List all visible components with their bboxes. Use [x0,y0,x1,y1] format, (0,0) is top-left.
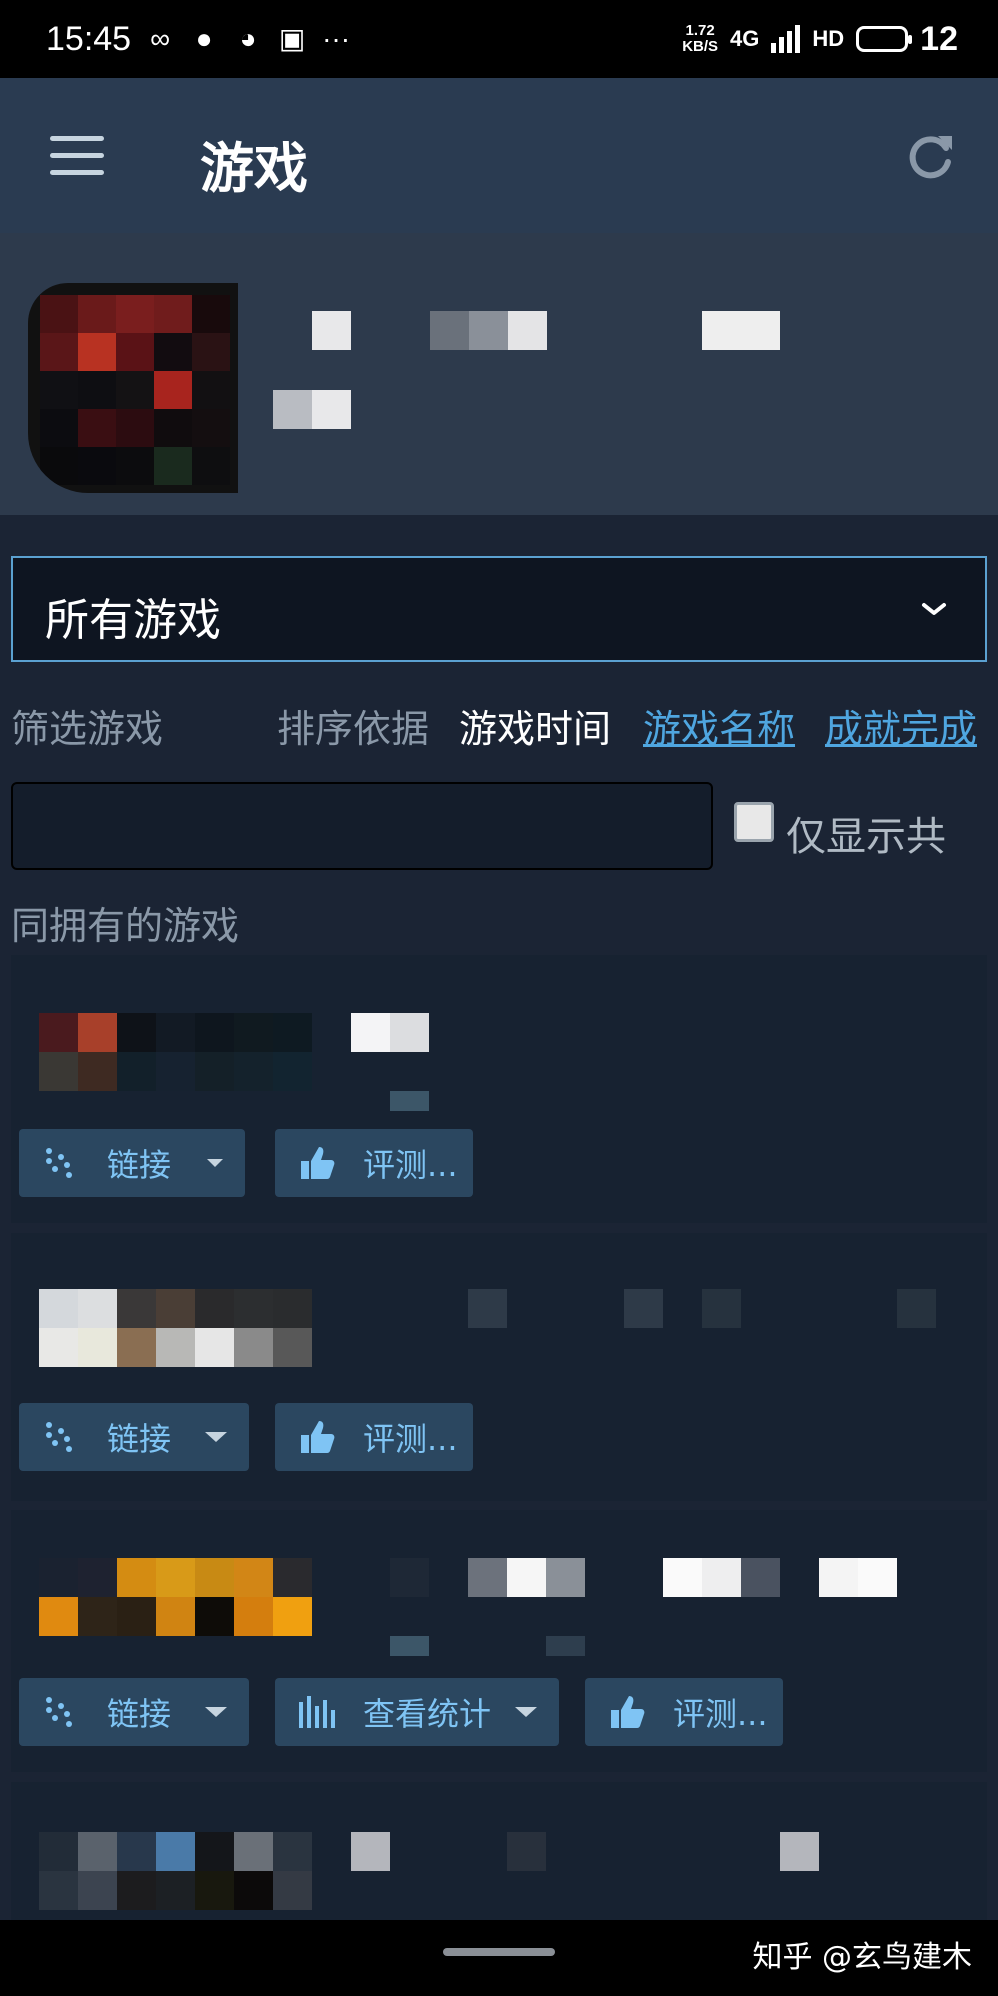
redacted-title-block [390,1013,429,1052]
view-stats-label: 查看统计 [363,1695,492,1733]
shared-only-checkbox[interactable] [734,802,774,842]
redacted-title-block [507,1558,546,1597]
alipay-icon: ▣ [278,23,306,54]
game-link-label: 链接 [107,1420,172,1458]
status-bar: 15:45 ∞ ● ◕ ▣ ··· 1.72 KB/S 4G HD 12 [0,0,998,78]
sort-option-playtime[interactable]: 游戏时间 [459,698,611,753]
game-thumbnail[interactable] [39,1558,312,1636]
home-indicator[interactable] [443,1948,555,1956]
hd-icon: HD [812,26,845,51]
game-link-button[interactable]: 链接 [19,1129,245,1197]
steam-link-icon [46,1697,72,1727]
dropdown-selected: 所有游戏 [45,595,221,646]
network-speed: 1.72 KB/S [682,23,718,55]
speed-value: 1.72 [685,22,715,39]
speed-unit: KB/S [682,38,719,55]
caret-down-icon [515,1707,537,1717]
game-link-label: 链接 [107,1695,172,1733]
game-link-button[interactable]: 链接 [19,1678,249,1746]
redacted-title-block [390,1558,429,1597]
thumbs-up-icon [301,1421,335,1453]
chevron-down-icon [922,603,946,615]
page-title: 游戏 [200,137,308,200]
more-dots-icon: ··· [322,23,351,54]
section-title: 同拥有的游戏 [11,904,240,948]
infinity-icon: ∞ [150,23,171,54]
filter-games-input[interactable] [11,782,713,870]
sort-label: 排序依据 [277,707,430,751]
redacted-title-block [663,1558,702,1597]
menu-icon[interactable] [50,136,104,176]
game-link-button[interactable]: 链接 [19,1403,249,1471]
shared-only-label: 仅显示共 [786,814,946,860]
game-card: 链接 评测... [11,955,987,1223]
redacted-title-block [546,1636,585,1656]
redacted-title-block [390,1091,429,1111]
game-review-label: 评测... [673,1695,768,1733]
steam-link-icon [46,1148,72,1178]
redacted-title-block [702,1289,741,1328]
game-review-button[interactable]: 评测... [585,1678,783,1746]
game-review-label: 评测... [363,1420,458,1458]
sort-option-name[interactable]: 游戏名称 [643,698,795,753]
redacted-title-block [390,1636,429,1656]
caret-down-icon [207,1159,223,1167]
chat-bubble-icon: ● [195,23,213,54]
battery-icon [856,26,913,52]
redacted-title-block [351,1832,390,1871]
redacted-title-block [741,1558,780,1597]
redacted-title-block [780,1832,819,1871]
redacted-name-block [469,311,508,350]
redacted-title-block [819,1558,858,1597]
redacted-title-block [897,1289,936,1328]
game-list-dropdown[interactable]: 所有游戏 [11,556,987,662]
profile-banner [0,233,998,515]
network-type: 4G [730,26,760,51]
thumbs-up-icon [611,1696,645,1728]
status-left: 15:45 ∞ ● ◕ ▣ ··· [46,20,351,59]
game-card: 链接 评测... [11,1233,987,1501]
caret-down-icon [205,1707,227,1717]
watermark: 知乎 @玄鸟建木 [752,1940,972,1975]
redacted-name-block [312,390,351,429]
redacted-name-block [702,311,780,350]
avatar[interactable] [28,283,238,493]
clock: 15:45 [46,19,132,58]
steam-link-icon [46,1422,72,1452]
game-review-label: 评测... [363,1146,458,1184]
redacted-name-block [273,390,312,429]
redacted-title-block [351,1013,390,1052]
redacted-name-block [430,311,469,350]
status-right: 1.72 KB/S 4G HD 12 [682,20,958,59]
game-thumbnail[interactable] [39,1289,312,1367]
sort-option-achievements[interactable]: 成就完成 [825,698,977,753]
wechat-icon: ◕ [239,23,257,54]
battery-level: 12 [920,19,958,58]
game-review-button[interactable]: 评测... [275,1403,473,1471]
filter-sort-row: 筛选游戏 排序依据 游戏时间 游戏名称 成就完成 [11,690,991,753]
thumbs-up-icon [301,1147,335,1179]
view-stats-button[interactable]: 查看统计 [275,1678,559,1746]
redacted-name-block [312,311,351,350]
game-thumbnail[interactable] [39,1832,312,1910]
redacted-name-block [508,311,547,350]
redacted-title-block [702,1558,741,1597]
redacted-title-block [546,1558,585,1597]
redacted-title-block [468,1289,507,1328]
caret-down-icon [205,1432,227,1442]
refresh-icon[interactable] [902,128,958,184]
filter-label: 筛选游戏 [11,707,164,751]
redacted-title-block [507,1832,546,1871]
stats-bars-icon [299,1696,335,1728]
redacted-title-block [624,1289,663,1328]
game-thumbnail[interactable] [39,1013,312,1091]
game-review-button[interactable]: 评测... [275,1129,473,1197]
game-link-label: 链接 [107,1146,172,1184]
signal-icon [771,25,801,53]
redacted-title-block [468,1558,507,1597]
redacted-title-block [858,1558,897,1597]
game-card: 链接 查看统计 评测... [11,1510,987,1772]
app-header: 游戏 [0,78,998,233]
